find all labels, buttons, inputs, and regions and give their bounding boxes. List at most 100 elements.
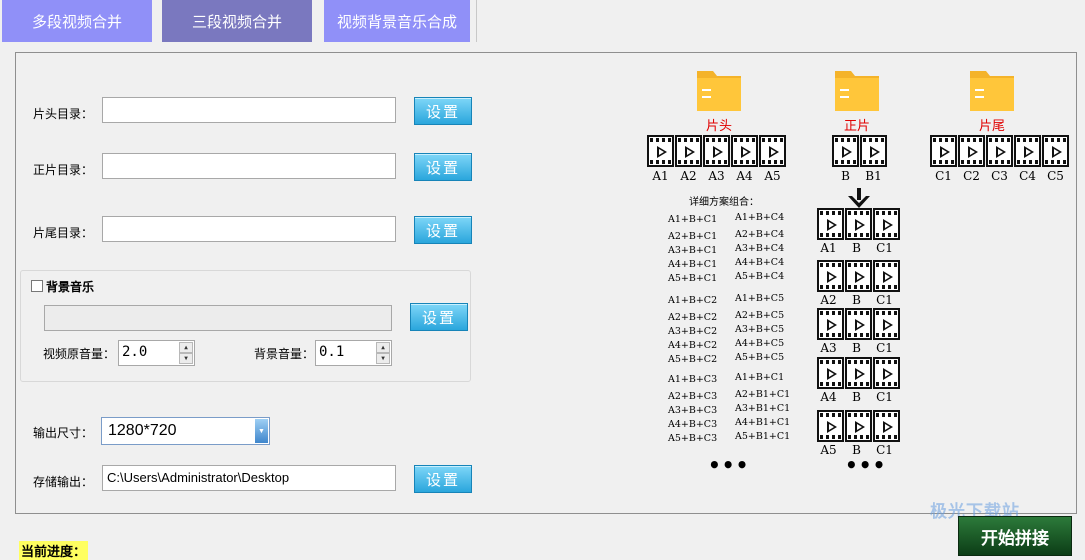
output-size-value: 1280*720 xyxy=(108,422,177,439)
combo-text: A1+B+C3 xyxy=(668,374,718,385)
clip-label: A4 xyxy=(736,169,753,183)
music-set-button[interactable]: 设置 xyxy=(410,303,468,331)
main-dir-set-button[interactable]: 设置 xyxy=(414,153,472,181)
bg-volume-stepper[interactable]: 0.1 ▲ ▼ xyxy=(315,340,392,366)
orig-volume-value: 2.0 xyxy=(122,344,148,360)
video-clip-icon xyxy=(845,260,872,292)
orig-volume-stepper[interactable]: 2.0 ▲ ▼ xyxy=(118,340,195,366)
chevron-down-icon[interactable]: ▼ xyxy=(255,419,268,443)
tab-three-part-merge[interactable]: 三段视频合并 xyxy=(162,0,312,42)
video-clip-icon xyxy=(817,260,844,292)
video-clip-icon xyxy=(703,135,730,167)
video-clip-icon xyxy=(817,357,844,389)
combo-text: A3+B+C4 xyxy=(735,243,785,254)
tab-background-music[interactable]: 视频背景音乐合成 xyxy=(324,0,470,42)
bg-volume-label: 背景音量： xyxy=(254,347,315,361)
combo-text: A1+B+C5 xyxy=(735,293,785,304)
video-clip-icon xyxy=(958,135,985,167)
video-clip-icon xyxy=(759,135,786,167)
spin-down-icon[interactable]: ▼ xyxy=(376,353,390,364)
clip-label: A2 xyxy=(680,169,697,183)
video-clip-icon xyxy=(1014,135,1041,167)
combo-text: A2+B+C4 xyxy=(735,229,785,240)
clip-label: A2 xyxy=(820,293,837,307)
music-checkbox[interactable] xyxy=(31,280,43,292)
combo-text: A1+B+C1 xyxy=(735,372,785,383)
clip-label: B xyxy=(852,241,861,255)
video-clip-icon xyxy=(845,410,872,442)
combo-text: A5+B+C5 xyxy=(735,352,785,363)
combo-text: A4+B+C2 xyxy=(668,340,718,351)
combo-text: A4+B+C4 xyxy=(735,257,785,268)
clip-label: C3 xyxy=(991,169,1008,183)
video-clip-icon xyxy=(817,308,844,340)
ellipsis-text: ••• xyxy=(708,453,750,477)
clip-label: A3 xyxy=(708,169,725,183)
video-clip-icon xyxy=(1042,135,1069,167)
combo-text: A5+B+C4 xyxy=(735,271,785,282)
video-clip-icon xyxy=(873,308,900,340)
video-clip-icon xyxy=(873,208,900,240)
combo-text: A1+B+C4 xyxy=(735,212,785,223)
combo-text: A4+B+C1 xyxy=(668,259,718,270)
orig-volume-label: 视频原音量： xyxy=(43,347,116,361)
clip-label: B xyxy=(852,293,861,307)
combo-text: A3+B+C5 xyxy=(735,324,785,335)
music-path-input[interactable] xyxy=(44,305,392,331)
clip-label: A5 xyxy=(820,443,837,457)
spin-up-icon[interactable]: ▲ xyxy=(376,342,390,353)
spin-down-icon[interactable]: ▼ xyxy=(179,353,193,364)
video-clip-icon xyxy=(675,135,702,167)
video-clip-icon xyxy=(930,135,957,167)
clip-label: C2 xyxy=(963,169,980,183)
video-clip-icon xyxy=(817,410,844,442)
combo-text: A3+B+C3 xyxy=(668,405,718,416)
folder-caption: 正片 xyxy=(843,119,870,134)
tail-dir-input[interactable] xyxy=(102,216,396,242)
combo-text: A2+B1+C1 xyxy=(735,389,791,400)
combo-text: A1+B+C2 xyxy=(668,295,718,306)
combo-text: A2+B+C5 xyxy=(735,310,785,321)
video-clip-icon xyxy=(986,135,1013,167)
ellipsis-text: ••• xyxy=(845,453,887,477)
clip-label: A3 xyxy=(820,341,837,355)
clip-label: C5 xyxy=(1047,169,1064,183)
video-clip-icon xyxy=(845,208,872,240)
head-dir-set-button[interactable]: 设置 xyxy=(414,97,472,125)
clip-label: B1 xyxy=(865,169,882,183)
clip-label: B xyxy=(852,390,861,404)
folder-icon xyxy=(969,65,1015,113)
clip-label: B xyxy=(841,169,850,183)
video-clip-icon xyxy=(647,135,674,167)
combo-text: A3+B+C2 xyxy=(668,326,718,337)
main-dir-input[interactable] xyxy=(102,153,396,179)
combo-text: A2+B+C3 xyxy=(668,391,718,402)
tail-dir-set-button[interactable]: 设置 xyxy=(414,216,472,244)
video-clip-icon xyxy=(817,208,844,240)
arrow-down-icon xyxy=(845,188,873,210)
combo-text: A2+B+C1 xyxy=(668,231,718,242)
folder-caption: 片尾 xyxy=(978,119,1005,134)
folder-icon xyxy=(834,65,880,113)
combo-text: A3+B1+C1 xyxy=(735,403,791,414)
combo-text: A5+B1+C1 xyxy=(735,431,791,442)
video-clip-icon xyxy=(873,357,900,389)
combo-text: A2+B+C2 xyxy=(668,312,718,323)
tab-multi-video-merge[interactable]: 多段视频合并 xyxy=(2,0,152,42)
clip-label: B xyxy=(852,341,861,355)
video-clip-icon xyxy=(873,410,900,442)
combo-text: A3+B+C1 xyxy=(668,245,718,256)
save-output-set-button[interactable]: 设置 xyxy=(414,465,472,493)
combo-text: A5+B+C2 xyxy=(668,354,718,365)
output-size-select[interactable]: 1280*720 ▼ xyxy=(101,417,270,445)
main-dir-label: 正片目录： xyxy=(33,163,94,177)
clip-label: C1 xyxy=(876,241,893,255)
head-dir-input[interactable] xyxy=(102,97,396,123)
spin-up-icon[interactable]: ▲ xyxy=(179,342,193,353)
video-clip-icon xyxy=(731,135,758,167)
combo-text: A4+B1+C1 xyxy=(735,417,791,428)
save-output-input[interactable]: C:\Users\Administrator\Desktop xyxy=(102,465,396,491)
video-clip-icon xyxy=(845,357,872,389)
start-button[interactable]: 开始拼接 xyxy=(958,516,1072,556)
detail-title: 详细方案组合： xyxy=(689,197,759,208)
